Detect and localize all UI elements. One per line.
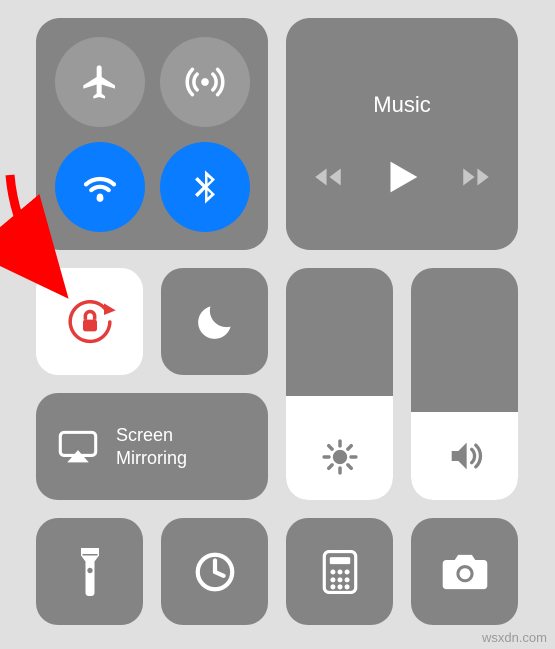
watermark: wsxdn.com — [482, 630, 547, 645]
bluetooth-button[interactable] — [160, 142, 250, 232]
calculator-icon — [322, 550, 358, 594]
brightness-slider[interactable] — [286, 268, 393, 500]
timer-icon — [192, 549, 238, 595]
screen-mirroring-button[interactable]: Screen Mirroring — [36, 393, 268, 500]
speaker-icon — [445, 436, 485, 476]
play-button[interactable] — [379, 154, 425, 200]
brightness-icon — [321, 438, 359, 476]
rotation-lock-icon — [62, 294, 118, 350]
do-not-disturb-button[interactable] — [161, 268, 268, 375]
cellular-data-button[interactable] — [160, 37, 250, 127]
airplane-icon — [80, 62, 120, 102]
airplay-icon — [58, 430, 98, 464]
music-panel[interactable]: Music — [286, 18, 518, 250]
row-2: Screen Mirroring — [36, 268, 519, 500]
control-center: Music — [0, 0, 555, 643]
row-1: Music — [36, 18, 519, 250]
screen-mirroring-label: Screen Mirroring — [116, 424, 187, 469]
next-track-button[interactable] — [459, 160, 493, 194]
bluetooth-icon — [185, 167, 225, 207]
previous-track-button[interactable] — [311, 160, 345, 194]
rotation-lock-button[interactable] — [36, 268, 143, 375]
flashlight-button[interactable] — [36, 518, 143, 625]
moon-icon — [193, 300, 237, 344]
timer-button[interactable] — [161, 518, 268, 625]
connectivity-panel[interactable] — [36, 18, 268, 250]
music-controls — [311, 154, 493, 200]
cellular-icon — [184, 61, 226, 103]
wifi-button[interactable] — [55, 142, 145, 232]
camera-button[interactable] — [411, 518, 518, 625]
row-bottom — [36, 518, 519, 625]
camera-icon — [441, 552, 489, 592]
music-title: Music — [373, 92, 430, 118]
flashlight-icon — [76, 548, 104, 596]
wifi-icon — [79, 166, 121, 208]
volume-slider[interactable] — [411, 268, 518, 500]
airplane-mode-button[interactable] — [55, 37, 145, 127]
calculator-button[interactable] — [286, 518, 393, 625]
